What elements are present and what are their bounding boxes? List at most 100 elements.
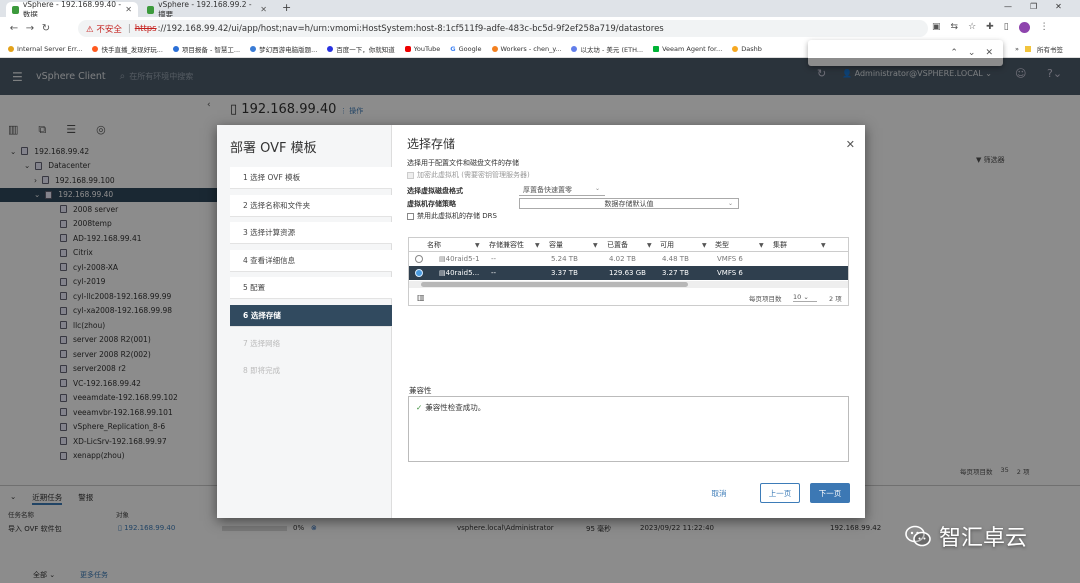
bookmark-item[interactable]: 梦幻西游电脑版题... bbox=[250, 44, 317, 54]
url-scheme: https bbox=[134, 23, 157, 34]
column-toggle-icon[interactable]: ▥ bbox=[417, 293, 425, 302]
bookmark-item[interactable]: YouTube bbox=[404, 45, 440, 53]
encrypt-vm-label: 加密此虚拟机 (需要密钥管理服务器) bbox=[417, 171, 530, 179]
bookmark-item[interactable]: 以太坊 - 美元 (ETH... bbox=[571, 44, 643, 54]
bookmark-item[interactable]: Workers - chen_y... bbox=[491, 44, 562, 53]
bookmark-item[interactable]: 百度一下，你就知道 bbox=[327, 44, 395, 54]
close-tab-icon[interactable]: ✕ bbox=[125, 5, 132, 14]
bookmark-favicon-icon bbox=[250, 45, 257, 52]
bookmark-favicon-icon bbox=[172, 45, 179, 52]
bookmark-star-icon[interactable]: ☆ bbox=[968, 22, 976, 33]
wizard-step[interactable]: 4 查看详细信息 bbox=[230, 249, 392, 272]
close-window-icon[interactable]: ✕ bbox=[1055, 2, 1062, 11]
folder-icon bbox=[1024, 46, 1031, 52]
browser-tab-2[interactable]: vSphere - 192.168.99.2 - 摘要 ✕ bbox=[141, 0, 273, 19]
storage-policy-label: 虚拟机存储策略 bbox=[407, 200, 456, 208]
bookmark-label: Internal Server Err... bbox=[17, 44, 83, 53]
wizard-step[interactable]: 6 选择存储 bbox=[230, 304, 392, 327]
datastore-table: 名称 ▼ 存储兼容性 ▼ 容量 ▼ 已置备 ▼ 可用 ▼ 类型 ▼ 集群 ▼ ▤ 40raid5-1 -- 5… bbox=[408, 237, 849, 306]
per-page-select[interactable]: 10 ⌄ bbox=[793, 293, 817, 302]
cell-value[interactable]: 40raid5-1 bbox=[446, 255, 480, 263]
more-bookmarks-chevron-icon[interactable]: » bbox=[1015, 45, 1019, 53]
forward-arrow-icon[interactable]: → bbox=[22, 23, 38, 34]
wizard-step[interactable]: 5 配置 bbox=[230, 277, 392, 299]
close-dialog-icon[interactable]: ✕ bbox=[846, 138, 855, 151]
cell-value: 3.37 TB bbox=[551, 269, 578, 277]
disk-format-select[interactable]: 厚置备快速置零 ⌄ bbox=[519, 185, 605, 196]
wechat-watermark: 智汇卓云 bbox=[905, 520, 1027, 552]
column-filter-icon[interactable]: ▼ bbox=[759, 242, 764, 249]
row-radio[interactable] bbox=[415, 269, 423, 277]
profile-avatar[interactable] bbox=[1018, 22, 1030, 33]
all-bookmarks-link[interactable]: 所有书签 bbox=[1037, 44, 1063, 54]
storage-policy-select[interactable]: 数据存储默认值 ⌄ bbox=[519, 198, 739, 209]
column-filter-icon[interactable]: ▼ bbox=[821, 242, 826, 249]
bookmark-item[interactable]: 项目报备 - 智慧工... bbox=[172, 44, 241, 54]
table-row[interactable]: ▤ 40raid5... -- 3.37 TB 129.63 GB 3.27 TB VMF… bbox=[409, 266, 848, 280]
column-filter-icon[interactable]: ▼ bbox=[647, 242, 652, 249]
cell-value[interactable]: 40raid5... bbox=[446, 269, 480, 277]
column-filter-icon[interactable]: ▼ bbox=[702, 242, 707, 249]
compatibility-text: 兼容性检查成功。 bbox=[425, 403, 486, 412]
cell-value: VMFS 6 bbox=[717, 269, 743, 277]
restore-icon[interactable]: ❐ bbox=[1030, 2, 1037, 11]
deploy-ovf-dialog: 部署 OVF 模板 1 选择 OVF 模板 2 选择名称和文件夹 3 选择计算资源 4… bbox=[217, 125, 865, 518]
bookmark-label: Workers - chen_y... bbox=[500, 44, 562, 53]
column-header-label: 已置备 bbox=[607, 241, 628, 249]
bookmark-item[interactable]: Veeam Agent for... bbox=[653, 45, 722, 53]
column-header-label: 集群 bbox=[773, 241, 787, 249]
wizard-step[interactable]: 1 选择 OVF 模板 bbox=[230, 167, 392, 189]
find-next-icon[interactable]: ⌄ bbox=[968, 48, 976, 58]
browser-menu-icon[interactable]: ⋮ bbox=[1040, 22, 1049, 33]
next-button[interactable]: 下一页 bbox=[810, 483, 850, 503]
bookmark-label: Dashb bbox=[741, 44, 762, 53]
install-app-icon[interactable]: ▣ bbox=[932, 22, 941, 33]
bookmark-item[interactable]: Dashb bbox=[732, 45, 762, 53]
table-footer: ▥ 每页项目数 10 ⌄ 2 项 bbox=[409, 290, 848, 305]
storage-intro-text: 选择用于配置文件和磁盘文件的存储 bbox=[407, 159, 519, 167]
wizard-step[interactable]: 2 选择名称和文件夹 bbox=[230, 194, 392, 217]
bookmark-item[interactable]: 快手直播_发现好玩... bbox=[92, 44, 163, 54]
cancel-button[interactable]: 取消 bbox=[704, 483, 734, 503]
item-count: 2 项 bbox=[829, 294, 842, 303]
extensions-icon[interactable]: ✚ bbox=[986, 22, 994, 33]
find-close-icon[interactable]: ✕ bbox=[985, 48, 993, 58]
wizard-steps: 部署 OVF 模板 1 选择 OVF 模板 2 选择名称和文件夹 3 选择计算资源 4… bbox=[217, 125, 392, 518]
encrypt-vm-checkbox[interactable] bbox=[407, 171, 414, 179]
translate-icon[interactable]: ⇆ bbox=[951, 22, 959, 33]
wizard-step[interactable]: 3 选择计算资源 bbox=[230, 222, 392, 244]
column-filter-icon[interactable]: ▼ bbox=[593, 242, 598, 249]
disable-drs-label: 禁用此虚拟机的存储 DRS bbox=[417, 212, 497, 220]
column-header-label: 存储兼容性 bbox=[489, 241, 524, 249]
browser-tab-1[interactable]: vSphere - 192.168.99.40 - 数据 ✕ bbox=[6, 0, 138, 19]
disable-drs-checkbox[interactable] bbox=[407, 212, 414, 220]
encrypt-vm-option[interactable]: 加密此虚拟机 (需要密钥管理服务器) bbox=[407, 170, 530, 180]
per-page-label: 每页项目数 bbox=[749, 294, 782, 303]
column-filter-icon[interactable]: ▼ bbox=[475, 242, 480, 249]
baidu-paw-icon bbox=[327, 45, 334, 52]
sidebar-icon[interactable]: ▯ bbox=[1004, 22, 1009, 33]
minimize-icon[interactable]: — bbox=[1004, 2, 1012, 11]
reload-icon[interactable]: ↻ bbox=[38, 23, 54, 34]
scrollbar-thumb[interactable] bbox=[421, 282, 688, 287]
datastore-icon: ▤ bbox=[439, 269, 446, 277]
find-previous-icon[interactable]: ⌃ bbox=[950, 48, 958, 58]
disable-drs-option[interactable]: 禁用此虚拟机的存储 DRS bbox=[407, 211, 497, 221]
table-cell-compat: -- bbox=[491, 266, 549, 280]
bookmark-item[interactable]: Internal Server Err... bbox=[8, 45, 82, 53]
column-filter-icon[interactable]: ▼ bbox=[535, 242, 540, 249]
close-tab-icon[interactable]: ✕ bbox=[260, 5, 267, 14]
row-radio[interactable] bbox=[415, 255, 423, 263]
bookmark-label: 项目报备 - 智慧工... bbox=[181, 45, 241, 54]
url-divider: | bbox=[127, 23, 131, 34]
not-secure-badge[interactable]: ⚠ 不安全 bbox=[86, 23, 122, 35]
bookmark-item[interactable]: G Google bbox=[450, 45, 481, 53]
url-field[interactable]: ⚠ 不安全 | https ://192.168.99.42/ui/app/ho… bbox=[78, 20, 928, 37]
table-row[interactable]: ▤ 40raid5-1 -- 5.24 TB 4.02 TB 4.48 TB VMFS 6 bbox=[409, 252, 848, 266]
back-button[interactable]: 上一页 bbox=[760, 483, 800, 503]
cell-value: -- bbox=[491, 269, 497, 277]
window-controls: — ❐ ✕ bbox=[1004, 2, 1062, 11]
new-tab-icon[interactable]: + bbox=[282, 1, 291, 14]
back-arrow-icon[interactable]: ← bbox=[6, 23, 22, 34]
ethereum-icon bbox=[571, 45, 578, 52]
